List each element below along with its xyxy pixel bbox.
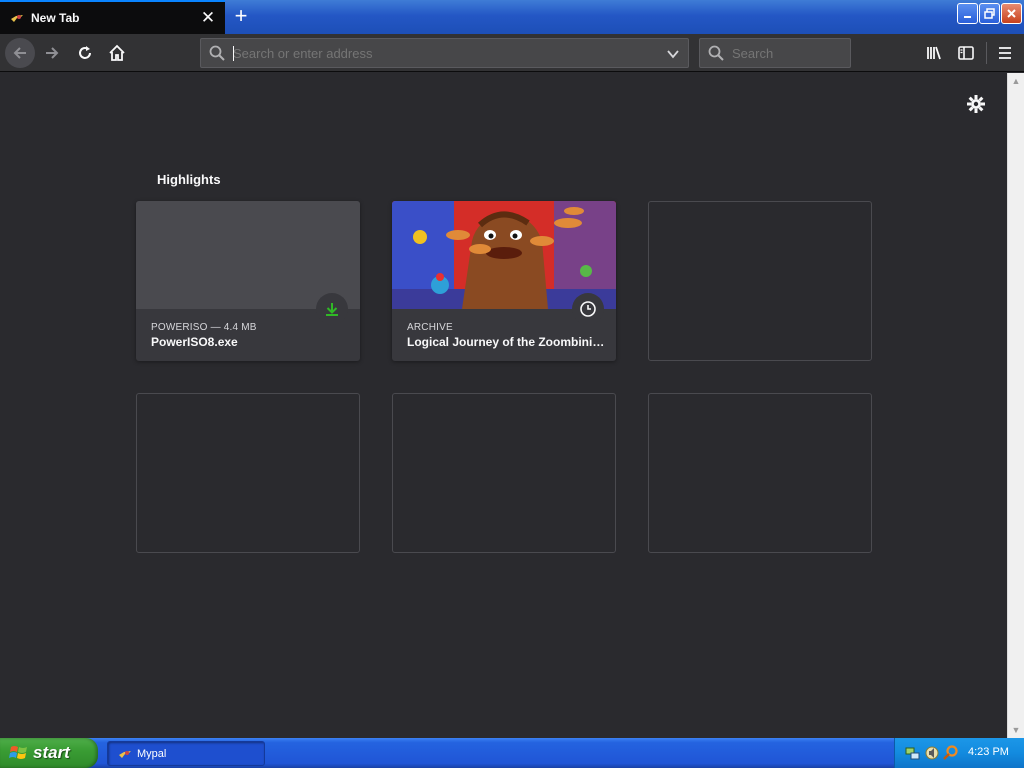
clock: 4:23 PM (968, 746, 1009, 758)
download-icon (326, 303, 338, 316)
gear-icon[interactable] (965, 93, 987, 115)
card-title: Logical Journey of the Zoombini… (407, 335, 605, 349)
system-tray: 4:23 PM (894, 738, 1024, 768)
search-tray-icon[interactable] (943, 745, 959, 761)
card-context: ARCHIVE (407, 322, 453, 333)
close-tab-icon[interactable]: ✕ (197, 7, 219, 29)
back-button[interactable] (5, 38, 35, 68)
library-icon (927, 46, 941, 60)
mypal-logo-icon (119, 750, 131, 758)
search-input[interactable] (732, 39, 842, 67)
address-input[interactable] (233, 39, 653, 67)
address-bar[interactable] (200, 38, 689, 68)
library-button[interactable] (919, 38, 949, 68)
tab-new-tab[interactable]: New Tab ✕ (0, 0, 225, 34)
new-tab-button[interactable]: + (229, 3, 253, 28)
forward-arrow-icon (46, 47, 59, 59)
home-icon (109, 44, 125, 61)
minimize-button[interactable] (957, 3, 978, 24)
scroll-up-icon[interactable]: ▲ (1008, 73, 1024, 89)
text-caret (233, 46, 234, 61)
scroll-down-icon[interactable]: ▼ (1008, 722, 1024, 738)
reload-button[interactable] (70, 38, 100, 68)
taskbar-window-label: Mypal (137, 747, 167, 760)
highlight-card[interactable]: POWERISO — 4.4 MB PowerISO8.exe (136, 201, 360, 361)
network-icon[interactable] (905, 745, 921, 761)
tab-title: New Tab (31, 11, 80, 25)
empty-highlight-slot (136, 393, 360, 553)
close-window-button[interactable] (1001, 3, 1022, 24)
toolbar-separator (986, 42, 987, 64)
windows-logo-icon (9, 746, 27, 759)
card-context: POWERISO — 4.4 MB (151, 322, 257, 333)
new-tab-page: Highlights POWERISO — 4.4 MB PowerISO8.e… (0, 73, 1007, 738)
search-icon (209, 45, 225, 61)
highlight-card[interactable]: ARCHIVE Logical Journey of the Zoombini… (392, 201, 616, 361)
reload-icon (79, 46, 91, 59)
sidebar-icon (958, 46, 974, 60)
search-icon (708, 45, 724, 61)
search-bar[interactable] (699, 38, 851, 68)
card-title: PowerISO8.exe (151, 335, 238, 349)
highlights-heading: Highlights (157, 172, 221, 187)
hamburger-menu-icon (999, 47, 1011, 59)
start-button[interactable]: start (0, 738, 98, 768)
clock-icon (580, 301, 596, 317)
download-badge (316, 293, 348, 325)
forward-button[interactable] (37, 38, 67, 68)
sidebar-button[interactable] (951, 38, 981, 68)
tab-strip: New Tab ✕ + (0, 0, 1024, 34)
taskbar: start Mypal 4:23 PM (0, 738, 1024, 768)
menu-button[interactable] (990, 38, 1020, 68)
home-button[interactable] (102, 38, 132, 68)
clock-badge (572, 293, 604, 325)
vertical-scrollbar[interactable]: ▲ ▼ (1007, 73, 1024, 738)
empty-highlight-slot (648, 393, 872, 553)
back-arrow-icon (13, 47, 26, 59)
restore-button[interactable] (979, 3, 1000, 24)
mypal-logo-icon (9, 10, 25, 26)
window-controls (957, 3, 1022, 24)
volume-icon[interactable] (924, 745, 940, 761)
taskbar-window-mypal[interactable]: Mypal (107, 741, 265, 766)
empty-highlight-slot (392, 393, 616, 553)
empty-highlight-slot (648, 201, 872, 361)
navigation-toolbar (0, 34, 1024, 72)
start-label: start (33, 743, 70, 762)
chevron-down-icon[interactable] (666, 47, 680, 61)
